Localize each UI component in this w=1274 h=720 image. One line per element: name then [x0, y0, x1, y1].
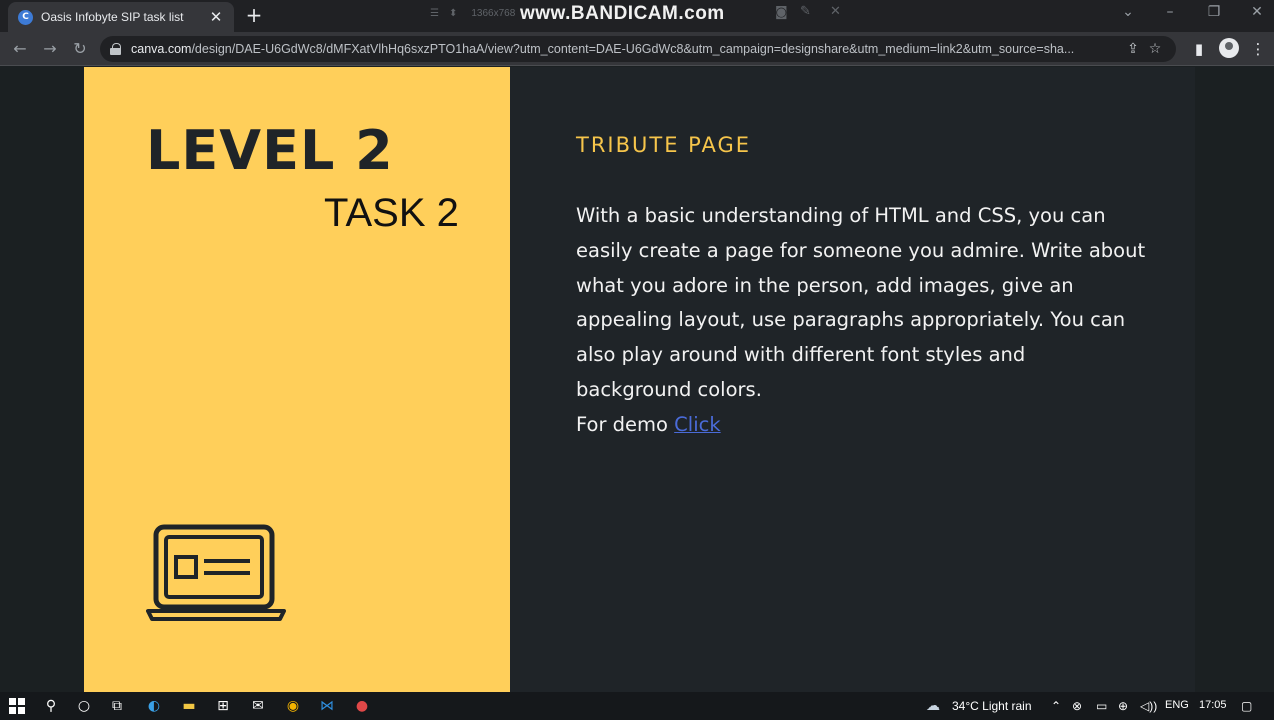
yellow-panel: LEVEL 2 TASK 2 [84, 67, 510, 692]
browser-tab-strip: C Oasis Infobyte SIP task list ✕ + ☰ ⬍ 1… [0, 0, 1274, 32]
reload-icon[interactable]: ↻ [70, 39, 90, 59]
show-hidden-icons-icon[interactable]: ⌃ [1051, 699, 1061, 713]
lock-icon[interactable] [110, 43, 121, 55]
address-toolbar: ← → ↻ canva.com/design/DAE-U6GdWc8/dMFXa… [0, 32, 1274, 66]
url-text[interactable]: canva.com/design/DAE-U6GdWc8/dMFXatVlhHq… [131, 42, 1122, 56]
address-bar[interactable]: canva.com/design/DAE-U6GdWc8/dMFXatVlhHq… [100, 36, 1176, 62]
demo-link[interactable]: Click [674, 413, 720, 436]
windows-taskbar: ⚲ ○ ⧉ ◐ ▬ ⊞ ✉ ◉ ⋈ ● ☁ 34°C Light rain ⌃ … [0, 692, 1274, 720]
recorder-pin-icon[interactable]: ⬍ [449, 8, 457, 19]
camera-icon[interactable]: ◙ [775, 5, 788, 20]
file-explorer-icon[interactable]: ▬ [178, 695, 200, 717]
network-status-icon[interactable]: ⊗ [1072, 699, 1082, 713]
search-icon[interactable]: ⚲ [40, 695, 62, 717]
chrome-icon[interactable]: ◉ [282, 695, 304, 717]
browser-tab[interactable]: C Oasis Infobyte SIP task list ✕ [8, 2, 234, 32]
windows-start-icon[interactable] [6, 695, 28, 717]
pencil-icon[interactable]: ✎ [800, 4, 811, 19]
tab-search-icon[interactable]: ⌄ [1108, 4, 1148, 20]
cortana-icon[interactable]: ○ [73, 695, 95, 717]
menu-icon[interactable]: ⋮ [1248, 40, 1268, 58]
profile-avatar[interactable] [1219, 38, 1239, 58]
store-icon[interactable]: ⊞ [212, 695, 234, 717]
level-title: LEVEL 2 [146, 119, 394, 182]
star-icon[interactable]: ☆ [1144, 41, 1166, 57]
volume-icon[interactable]: ◁)) [1140, 699, 1157, 713]
demo-prefix: For demo [576, 412, 675, 436]
section-heading: TRIBUTE PAGE [576, 133, 752, 157]
weather-cloud-icon[interactable]: ☁ [922, 695, 944, 717]
close-tab-icon[interactable]: ✕ [208, 8, 224, 26]
vscode-icon[interactable]: ⋈ [316, 695, 338, 717]
recorder-resolution: 1366x768 [471, 7, 516, 19]
share-icon[interactable]: ⇪ [1122, 41, 1144, 57]
laptop-icon [146, 524, 286, 621]
recorder-close-icon[interactable]: ✕ [830, 4, 841, 19]
canva-favicon-icon: C [18, 9, 33, 25]
description-text: With a basic understanding of HTML and C… [576, 204, 1146, 401]
forward-icon[interactable]: → [40, 39, 60, 59]
mail-icon[interactable]: ✉ [247, 695, 269, 717]
bandicam-icon[interactable]: ● [351, 695, 373, 717]
globe-icon[interactable]: ⊕ [1118, 699, 1128, 713]
weather-text[interactable]: 34°C Light rain [952, 699, 1032, 713]
sidebar-icon[interactable]: ▮ [1189, 40, 1209, 58]
tab-title: Oasis Infobyte SIP task list [41, 10, 184, 24]
back-icon[interactable]: ← [10, 39, 30, 59]
bandicam-watermark: www.BANDICAM.com [520, 3, 725, 24]
battery-icon[interactable]: ▭ [1096, 699, 1107, 713]
minimize-icon[interactable]: – [1150, 4, 1190, 20]
task-title: TASK 2 [324, 191, 459, 235]
close-window-icon[interactable]: ✕ [1237, 4, 1274, 20]
edge-icon[interactable]: ◐ [143, 695, 165, 717]
page-viewport: LEVEL 2 TASK 2 TRIBUTE PAGE With a basic… [0, 67, 1274, 692]
notifications-icon[interactable]: ▢ [1241, 699, 1252, 713]
description-paragraph: With a basic understanding of HTML and C… [576, 199, 1146, 443]
recorder-menu-icon[interactable]: ☰ [430, 8, 439, 19]
task-view-icon[interactable]: ⧉ [106, 695, 128, 717]
new-tab-button[interactable]: + [244, 4, 264, 26]
language-indicator[interactable]: ENG [1165, 699, 1189, 711]
design-slide: LEVEL 2 TASK 2 TRIBUTE PAGE With a basic… [84, 67, 1195, 692]
clock[interactable]: 17:05 [1199, 699, 1227, 711]
restore-icon[interactable]: ❐ [1194, 4, 1234, 20]
